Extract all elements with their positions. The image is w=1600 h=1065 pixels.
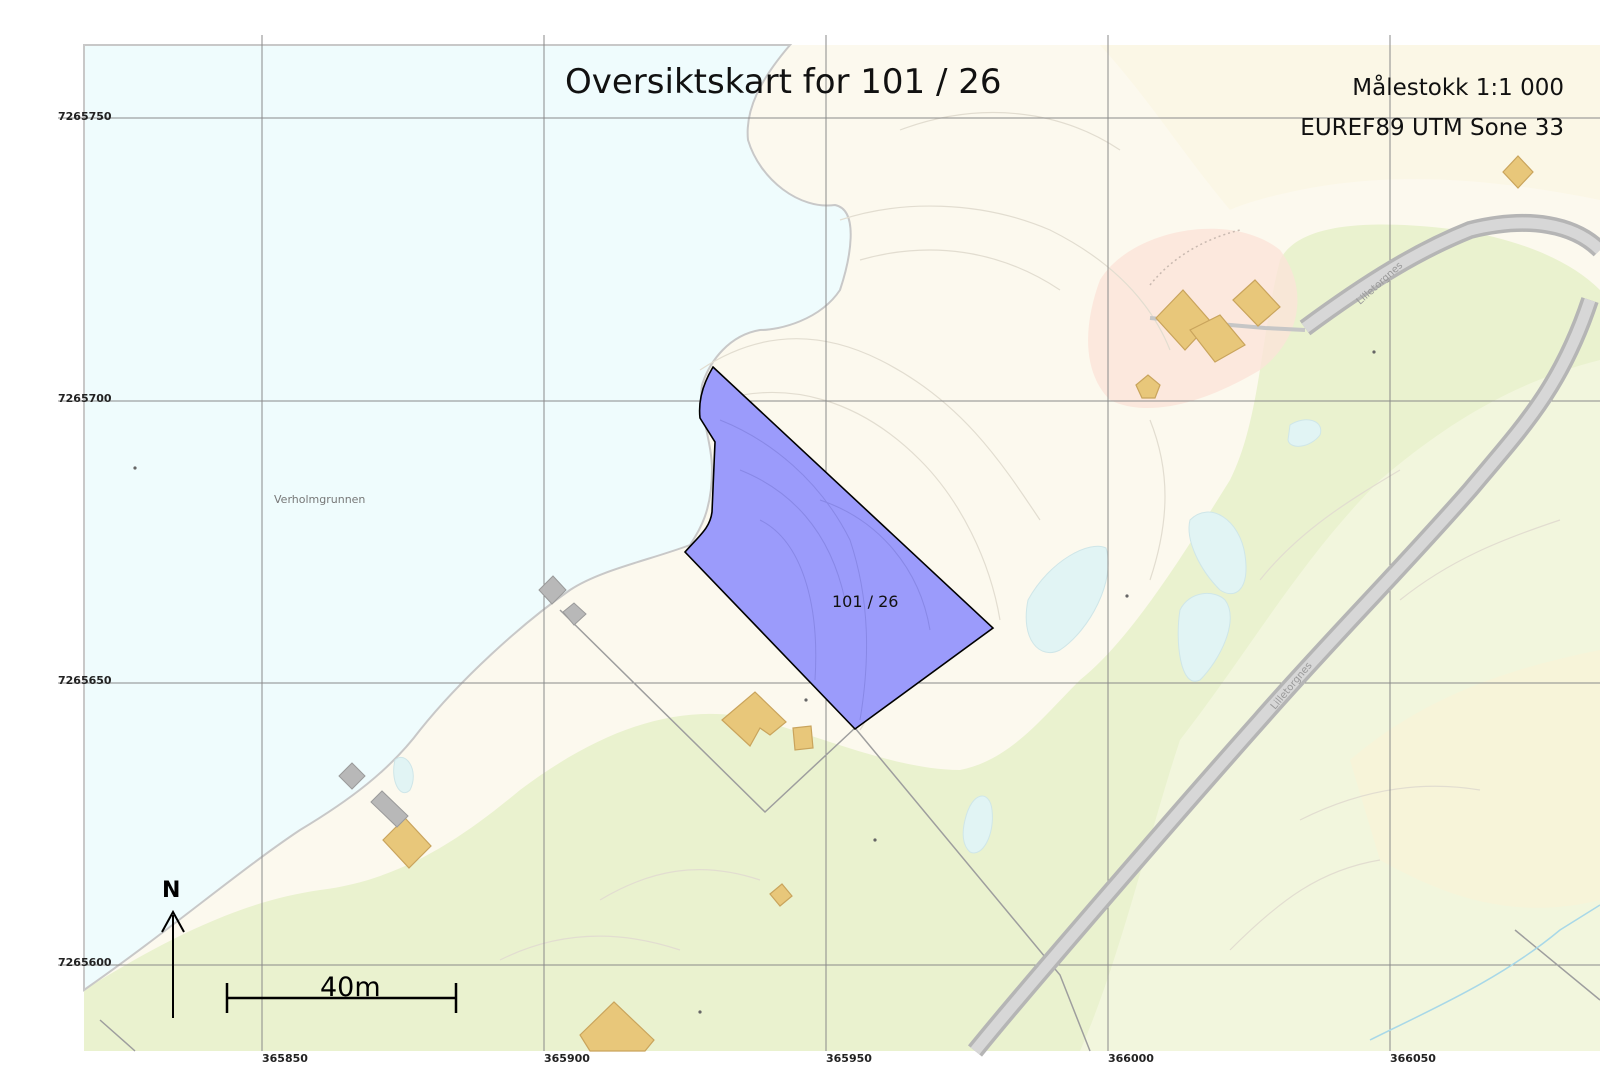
easting-label: 365850 bbox=[262, 1052, 308, 1065]
north-label: N bbox=[162, 878, 181, 903]
map-canvas[interactable]: Lilletorgnes Lilletorgnes bbox=[0, 0, 1600, 1061]
northing-label: 7265650 bbox=[58, 674, 112, 687]
place-name: Verholmgrunnen bbox=[274, 493, 366, 506]
scalebar-label: 40m bbox=[320, 972, 381, 1003]
easting-label: 366000 bbox=[1108, 1052, 1154, 1065]
scale-info: Målestokk 1:1 000 EUREF89 UTM Sone 33 bbox=[1300, 68, 1564, 148]
house bbox=[792, 725, 814, 751]
scale-label: Målestokk 1:1 000 bbox=[1352, 75, 1564, 101]
projection-label: EUREF89 UTM Sone 33 bbox=[1300, 115, 1564, 141]
northing-label: 7265700 bbox=[58, 392, 112, 405]
easting-label: 365950 bbox=[826, 1052, 872, 1065]
northing-label: 7265600 bbox=[58, 956, 112, 969]
easting-label: 366050 bbox=[1390, 1052, 1436, 1065]
parcel-label: 101 / 26 bbox=[832, 592, 899, 611]
map-title: Oversiktskart for 101 / 26 bbox=[565, 62, 1002, 102]
easting-label: 365900 bbox=[544, 1052, 590, 1065]
northing-label: 7265750 bbox=[58, 110, 112, 123]
